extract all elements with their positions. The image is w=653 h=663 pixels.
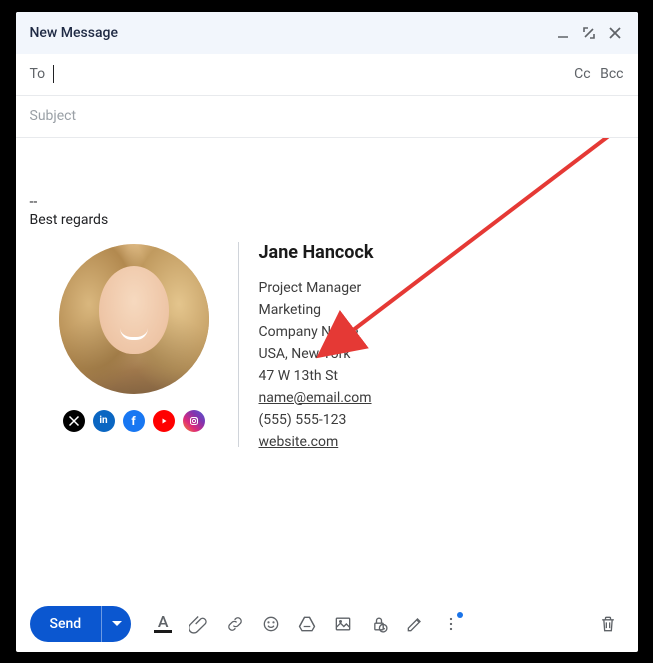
signature-phone: (555) 555-123	[259, 409, 374, 431]
to-row[interactable]: To Cc Bcc	[16, 54, 638, 96]
signature-title: Project Manager	[259, 277, 374, 299]
signature-email[interactable]: name@email.com	[259, 390, 372, 406]
youtube-icon[interactable]	[153, 410, 175, 432]
minimize-button[interactable]	[554, 24, 572, 42]
social-icons-row: in f	[63, 410, 205, 432]
fullscreen-button[interactable]	[580, 24, 598, 42]
linkedin-icon[interactable]: in	[93, 410, 115, 432]
bottom-toolbar: Send A	[16, 596, 638, 652]
bcc-button[interactable]: Bcc	[600, 66, 623, 82]
to-label: To	[30, 66, 46, 82]
cc-button[interactable]: Cc	[574, 66, 590, 82]
signature-company: Company Name	[259, 321, 374, 343]
message-body[interactable]: -- Best regards in f	[16, 138, 638, 596]
signature-address: 47 W 13th St	[259, 365, 374, 387]
x-twitter-icon[interactable]	[63, 410, 85, 432]
link-icon[interactable]	[219, 608, 251, 640]
pen-signature-icon[interactable]	[399, 608, 431, 640]
send-button[interactable]: Send	[30, 606, 102, 642]
signature-block: in f Jane Hancock Project Manager Market…	[30, 236, 624, 453]
send-options-button[interactable]	[101, 606, 131, 642]
title-bar: New Message	[16, 12, 638, 54]
emoji-icon[interactable]	[255, 608, 287, 640]
text-cursor	[53, 65, 54, 83]
facebook-icon[interactable]: f	[123, 410, 145, 432]
notification-dot	[457, 612, 463, 618]
attach-icon[interactable]	[183, 608, 215, 640]
signature-separator: --	[30, 194, 624, 210]
closing-text: Best regards	[30, 212, 624, 228]
more-options-icon[interactable]	[435, 608, 467, 640]
confidential-mode-icon[interactable]	[363, 608, 395, 640]
discard-draft-icon[interactable]	[592, 608, 624, 640]
subject-row	[16, 96, 638, 138]
formatting-button[interactable]: A	[147, 608, 179, 640]
signature-website[interactable]: website.com	[259, 434, 339, 450]
signature-location: USA, New York	[259, 343, 374, 365]
signature-department: Marketing	[259, 299, 374, 321]
avatar	[59, 244, 209, 394]
instagram-icon[interactable]	[183, 410, 205, 432]
compose-window: New Message To Cc Bcc	[16, 12, 638, 652]
drive-icon[interactable]	[291, 608, 323, 640]
subject-input[interactable]	[30, 108, 624, 124]
signature-name: Jane Hancock	[259, 242, 374, 263]
close-button[interactable]	[606, 24, 624, 42]
window-title: New Message	[30, 25, 118, 41]
insert-photo-icon[interactable]	[327, 608, 359, 640]
